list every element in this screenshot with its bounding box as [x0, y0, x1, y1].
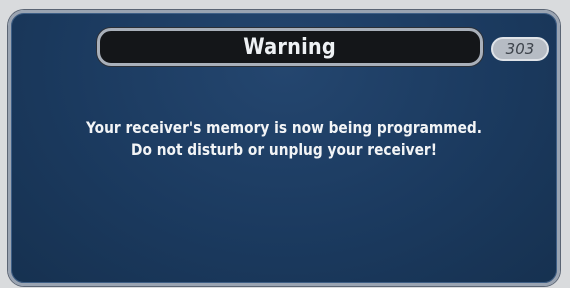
message-line-1: Your receiver's memory is now being prog…: [85, 118, 483, 137]
message-line-2: Do not disturb or unplug your receiver!: [131, 140, 437, 159]
dialog-title: Warning: [243, 34, 337, 60]
screen-code-badge: 303: [491, 37, 549, 61]
screen-code: 303: [505, 40, 535, 58]
tv-screen: Warning 303 Your receiver's memory is no…: [0, 0, 570, 288]
dialog-title-bar: Warning: [97, 28, 483, 66]
dialog-message: Your receiver's memory is now being prog…: [31, 117, 537, 161]
warning-dialog: Warning 303 Your receiver's memory is no…: [8, 10, 560, 286]
